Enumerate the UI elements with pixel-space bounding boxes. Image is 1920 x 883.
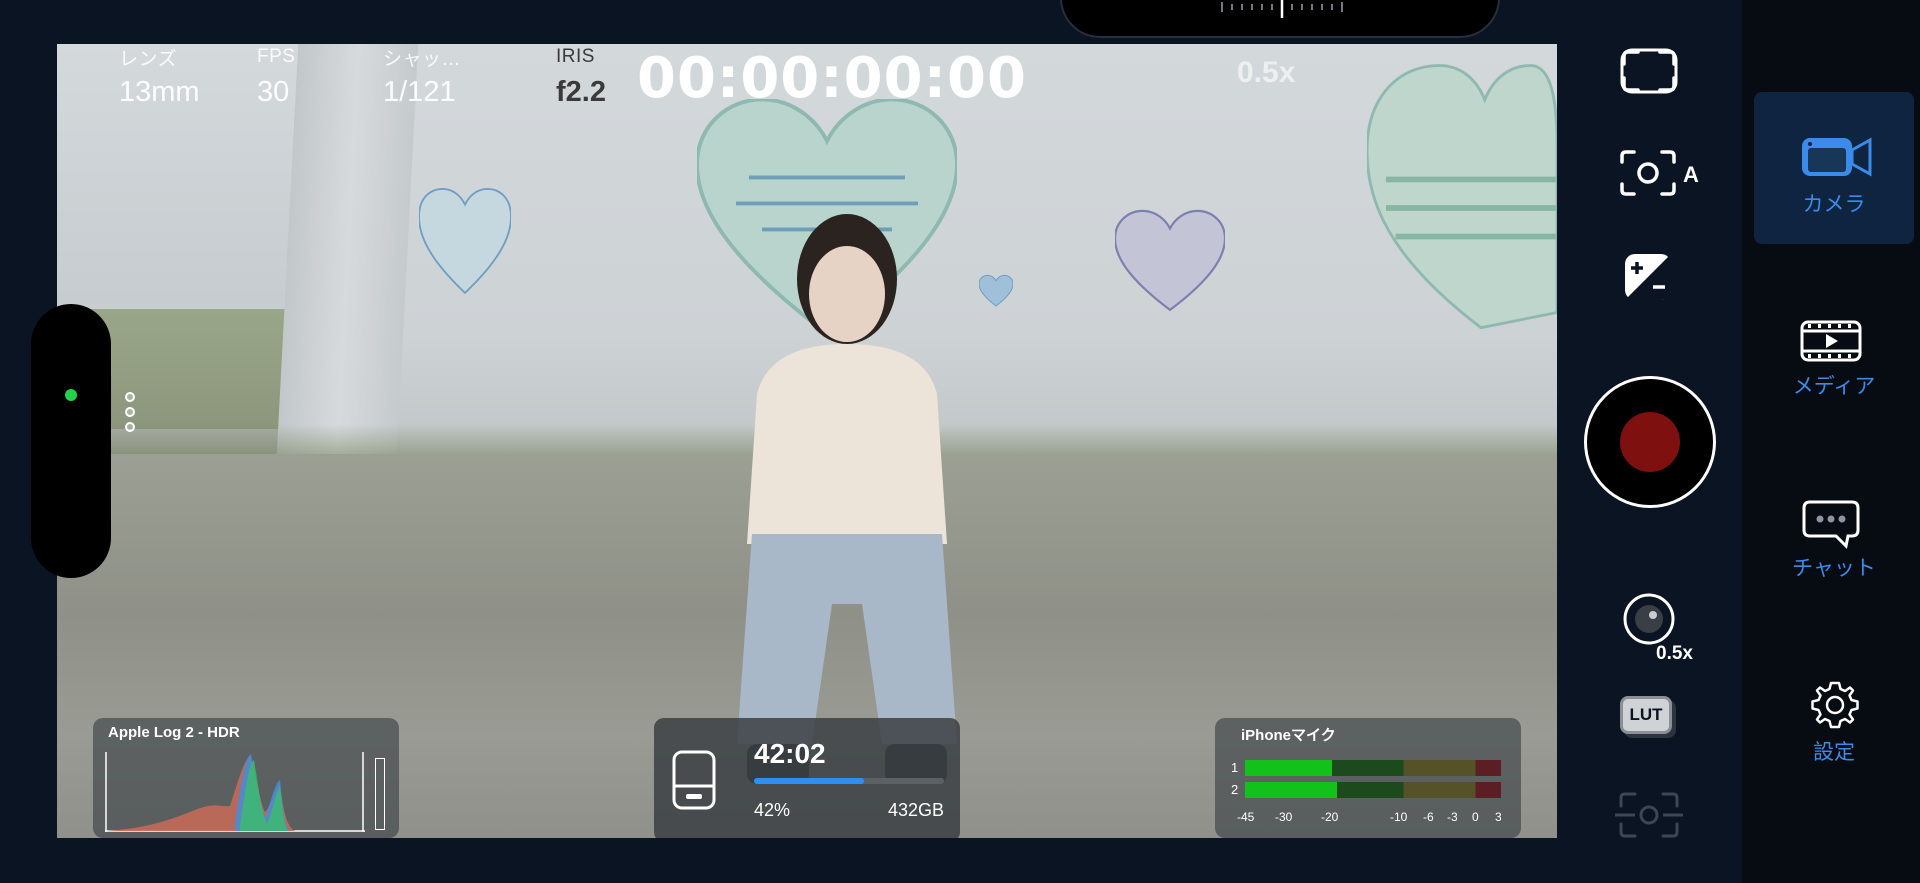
shutter-label: シャッ… bbox=[383, 49, 462, 70]
settings-gear-icon bbox=[1811, 681, 1859, 729]
audio-meter-2-level bbox=[1245, 782, 1338, 798]
heart-mural-purple bbox=[1115, 209, 1225, 312]
timecode-display[interactable]: 00:00:00:00 bbox=[637, 46, 1027, 111]
audio-scale-tick: -3 bbox=[1447, 810, 1458, 824]
lens-zoom-label: 0.5x bbox=[1656, 643, 1693, 664]
storage-progress-fill bbox=[754, 778, 865, 784]
more-options-icon[interactable] bbox=[123, 392, 137, 440]
lens-value[interactable]: 13mm bbox=[119, 76, 200, 109]
chat-icon bbox=[1802, 500, 1860, 550]
audio-scale-tick: -20 bbox=[1321, 810, 1339, 824]
dot bbox=[125, 422, 135, 432]
lut-button[interactable]: LUT bbox=[1620, 696, 1672, 734]
record-indicator bbox=[1620, 412, 1680, 472]
fps-label: FPS bbox=[257, 46, 296, 67]
storage-percent: 42% bbox=[754, 800, 791, 820]
storage-progress-track bbox=[754, 778, 944, 784]
audio-scale-tick: -45 bbox=[1237, 810, 1255, 824]
histogram-panel[interactable]: Apple Log 2 - HDR bbox=[93, 718, 399, 838]
media-icon bbox=[1800, 320, 1862, 362]
iris-value[interactable]: f2.2 bbox=[556, 76, 606, 109]
camera-viewfinder[interactable]: レンズ 13mm FPS 30 シャッ… 1/121 IRIS f2.2 00:… bbox=[57, 44, 1557, 838]
sidebar-item-label: 設定 bbox=[1813, 741, 1855, 764]
sidebar-item-media[interactable]: メディア bbox=[1754, 292, 1914, 444]
audio-scale: -45 -30 -20 -10 -6 -3 0 3 bbox=[1237, 810, 1517, 828]
audio-source-label: iPhoneマイク bbox=[1241, 727, 1336, 744]
sidebar-item-label: チャット bbox=[1792, 557, 1876, 580]
left-drawer-handle[interactable] bbox=[31, 304, 111, 578]
camera-icon bbox=[1802, 137, 1872, 177]
sidebar-item-label: メディア bbox=[1792, 375, 1876, 398]
sidebar-item-settings[interactable]: 設定 bbox=[1754, 660, 1914, 812]
lens-selector-icon[interactable] bbox=[1622, 592, 1676, 646]
audio-scale-tick: -30 bbox=[1275, 810, 1293, 824]
heart-mural-blue bbox=[419, 187, 511, 295]
record-button[interactable] bbox=[1584, 376, 1716, 508]
lut-label: LUT bbox=[1629, 705, 1663, 724]
dot bbox=[125, 392, 135, 402]
shutter-value[interactable]: 1/121 bbox=[383, 76, 456, 109]
storage-capacity: 432GB bbox=[887, 800, 944, 820]
storage-drive-icon bbox=[672, 750, 716, 810]
focus-frame-icon[interactable] bbox=[1620, 48, 1678, 94]
color-profile-label: Apple Log 2 - HDR bbox=[108, 724, 240, 741]
sidebar-item-chat[interactable]: チャット bbox=[1754, 472, 1914, 624]
audio-panel[interactable]: iPhoneマイク 1 2 -45 -30 -20 -10 -6 -3 0 3 bbox=[1215, 718, 1521, 838]
navigation-sidebar: カメラ メディア チャット 設定 bbox=[1742, 0, 1920, 883]
exposure-compensation-icon[interactable] bbox=[1623, 252, 1673, 302]
audio-scale-tick: 3 bbox=[1495, 810, 1502, 824]
audio-scale-tick: 0 bbox=[1472, 810, 1479, 824]
histogram-level-bar bbox=[375, 758, 385, 830]
histogram-chart bbox=[105, 752, 365, 832]
audio-channel-1-label: 1 bbox=[1231, 760, 1239, 775]
audio-meter-1 bbox=[1245, 760, 1501, 776]
audio-channel-2-label: 2 bbox=[1231, 782, 1239, 797]
storage-panel[interactable]: 42:02 42% 432GB bbox=[654, 718, 960, 838]
sidebar-item-label: カメラ bbox=[1802, 193, 1866, 216]
fps-value[interactable]: 30 bbox=[257, 76, 289, 109]
heart-mural-right bbox=[1367, 64, 1557, 330]
zoom-indicator: 0.5x bbox=[1237, 56, 1296, 89]
lens-label: レンズ bbox=[119, 49, 178, 70]
auto-exposure-icon[interactable] bbox=[1618, 148, 1678, 198]
face-detect-icon[interactable] bbox=[1615, 788, 1683, 842]
audio-meter-1-level bbox=[1245, 760, 1333, 776]
iris-label: IRIS bbox=[556, 46, 595, 67]
top-notch bbox=[1060, 0, 1500, 38]
audio-scale-tick: -6 bbox=[1423, 810, 1434, 824]
sidebar-item-camera[interactable]: カメラ bbox=[1754, 92, 1914, 244]
audio-scale-tick: -10 bbox=[1390, 810, 1408, 824]
auto-exposure-label: A bbox=[1683, 162, 1699, 187]
horizon-level-ticks bbox=[1221, 0, 1343, 18]
storage-remaining-time: 42:02 bbox=[754, 738, 826, 769]
status-indicator-dot bbox=[65, 389, 77, 401]
dot bbox=[125, 407, 135, 417]
audio-meter-2 bbox=[1245, 782, 1501, 798]
